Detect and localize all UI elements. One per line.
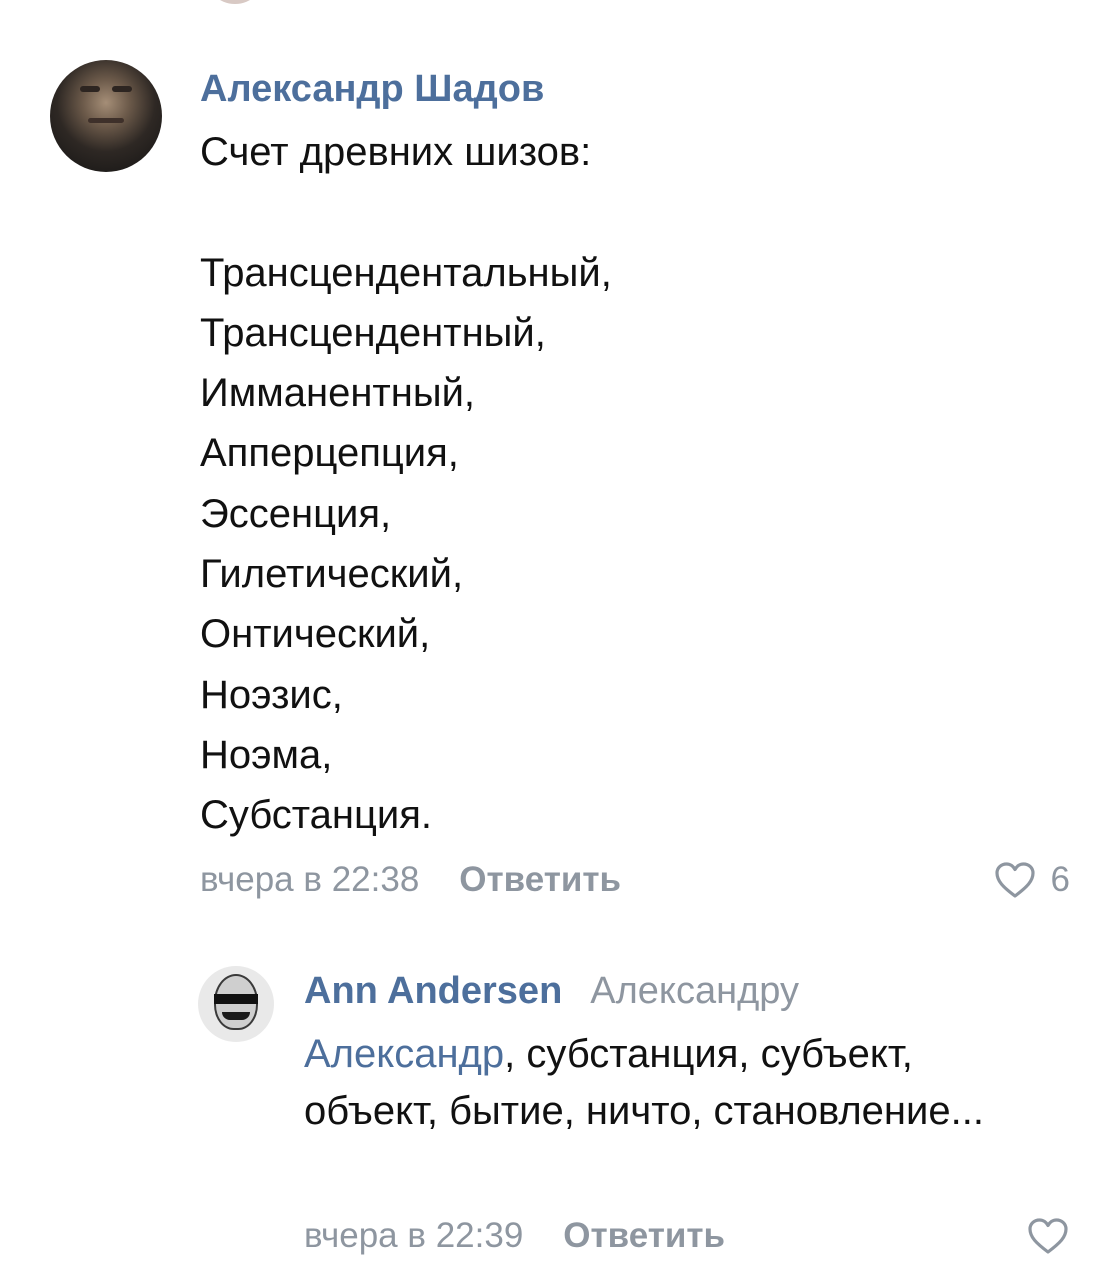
like-button[interactable]: 6	[993, 856, 1070, 904]
reply-author[interactable]: Ann Andersen	[304, 970, 562, 1012]
avatar[interactable]	[50, 60, 162, 172]
like-button[interactable]	[1026, 1212, 1070, 1260]
comment-text: Счет древних шизов: Трансцендентальный, …	[200, 130, 612, 838]
reply-header: Ann Andersen Александру	[304, 970, 799, 1013]
avatar-glasses	[214, 994, 258, 1004]
comment-meta: вчера в 22:38 Ответить 6	[200, 856, 1070, 904]
avatar-mouth	[88, 118, 124, 123]
avatar-mustache	[222, 1012, 250, 1020]
like-count: 6	[1050, 860, 1070, 899]
reply-text: Александр, субстанция, субъект, объект, …	[304, 1026, 1004, 1141]
reply-meta: вчера в 22:39 Ответить	[304, 1212, 1070, 1260]
reply-button[interactable]: Ответить	[563, 1216, 725, 1256]
reply-to-target[interactable]: Александру	[590, 970, 799, 1012]
previous-avatar-fragment	[205, 0, 265, 4]
avatar-eye	[80, 86, 100, 92]
reply-timestamp: вчера в 22:39	[304, 1216, 524, 1255]
heart-outline-icon	[1028, 1218, 1068, 1254]
avatar-eye	[112, 86, 132, 92]
reply-avatar[interactable]	[198, 966, 274, 1042]
comment-timestamp: вчера в 22:38	[200, 860, 420, 899]
reply-button[interactable]: Ответить	[459, 860, 621, 900]
heart-outline-icon	[994, 862, 1035, 898]
mention-link[interactable]: Александр	[304, 1032, 504, 1076]
comment-author[interactable]: Александр Шадов	[200, 68, 544, 111]
